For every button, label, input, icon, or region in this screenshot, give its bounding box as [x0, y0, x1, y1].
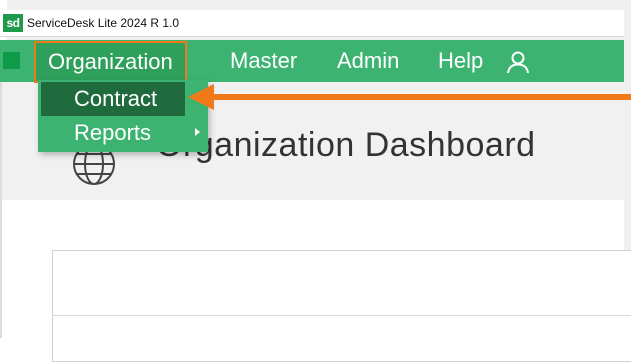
menu-help[interactable]: Help [438, 44, 483, 78]
submenu-arrow-icon [195, 128, 200, 136]
card-divider [52, 315, 631, 316]
menu-item-contract-label: Contract [74, 86, 158, 111]
organization-dropdown: Contract Reports [38, 80, 208, 152]
page-title: Organization Dashboard [156, 126, 536, 164]
menu-home-icon[interactable] [3, 52, 20, 69]
menu-organization[interactable]: Organization [34, 41, 187, 83]
menu-item-contract[interactable]: Contract [41, 82, 185, 116]
dashboard-card [52, 250, 631, 362]
app-logo-icon: sd [3, 14, 23, 32]
menu-item-reports-label: Reports [74, 120, 152, 145]
user-icon[interactable] [505, 49, 531, 75]
menu-admin[interactable]: Admin [337, 44, 399, 78]
menu-item-reports[interactable]: Reports [38, 116, 208, 150]
menu-master[interactable]: Master [230, 44, 297, 78]
window-title: ServiceDesk Lite 2024 R 1.0 [27, 16, 180, 30]
